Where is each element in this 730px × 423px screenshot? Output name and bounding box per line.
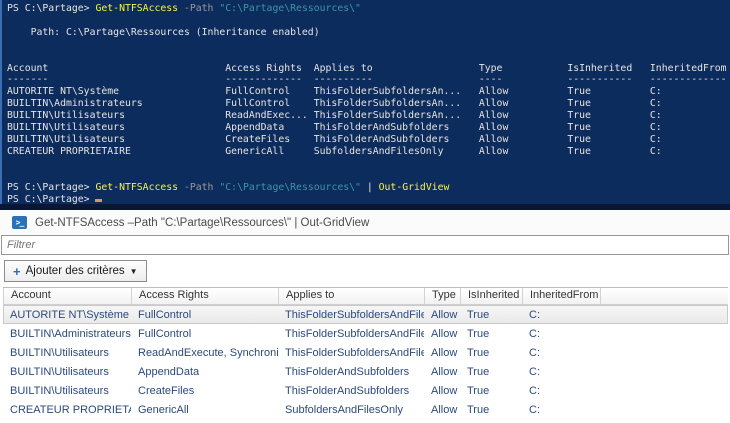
chevron-down-icon: ▼ (129, 266, 138, 276)
add-criteria-button[interactable]: + Ajouter des critères ▼ (4, 260, 147, 282)
powershell-console: PS C:\Partage> Get-NTFSAccess -Path "C:\… (0, 0, 730, 205)
table-cell: C: (529, 403, 540, 416)
filter-row (0, 235, 730, 255)
table-cell: BUILTIN\Utilisateurs (10, 365, 109, 378)
table-cell: True (467, 327, 490, 340)
out-gridview-window: >_ Get-NTFSAccess –Path "C:\Partage\Ress… (0, 210, 730, 419)
console-output: PS C:\Partage> Get-NTFSAccess -Path "C:\… (7, 3, 727, 205)
table-cell: True (467, 403, 490, 416)
table-row[interactable]: CREATEUR PROPRIETAIRE GenericAll Subfolder… (3, 400, 728, 419)
table-cell: Allow (431, 346, 458, 359)
column-header-access-rights[interactable]: Access Rights (132, 288, 279, 304)
table-cell: True (467, 346, 490, 359)
table-cell: True (467, 365, 490, 378)
criteria-row: + Ajouter des critères ▼ (0, 255, 730, 287)
table-cell: Allow (431, 403, 458, 416)
powershell-icon: >_ (12, 216, 27, 229)
table-cell: C: (529, 327, 540, 340)
table-cell: FullControl (138, 327, 192, 340)
grid-body: AUTORITE NT\Système FullControl ThisFolder… (3, 305, 728, 419)
table-cell: Allow (431, 327, 458, 340)
console-cursor (95, 198, 103, 202)
table-cell: SubfoldersAndFilesOnly (285, 403, 404, 416)
column-header-account[interactable]: Account (4, 288, 132, 304)
table-row[interactable]: BUILTIN\Utilisateurs CreateFiles ThisFolde… (3, 381, 728, 400)
table-cell: ThisFolderSubfoldersAndFiles (285, 308, 424, 321)
table-cell: AppendData (138, 365, 200, 378)
table-cell: BUILTIN\Administrateurs (10, 327, 131, 340)
gridview-titlebar: >_ Get-NTFSAccess –Path "C:\Partage\Ress… (0, 210, 730, 235)
table-cell: GenericAll (138, 403, 189, 416)
table-cell: True (467, 308, 490, 321)
column-header-type[interactable]: Type (425, 288, 461, 304)
table-cell: C: (529, 308, 540, 321)
table-cell: ThisFolderSubfoldersAndFiles (285, 346, 424, 359)
table-cell: C: (529, 384, 540, 397)
table-row[interactable]: BUILTIN\Utilisateurs AppendData ThisFolder… (3, 362, 728, 381)
table-cell: Allow (431, 365, 458, 378)
table-cell: BUILTIN\Utilisateurs (10, 384, 109, 397)
table-cell: ReadAndExecute, Synchronize (138, 346, 278, 359)
table-cell: FullControl (138, 308, 192, 321)
table-row[interactable]: BUILTIN\Utilisateurs ReadAndExecute, Sync… (3, 343, 728, 362)
table-cell: Allow (431, 308, 458, 321)
window-title: Get-NTFSAccess –Path "C:\Partage\Ressour… (35, 216, 370, 229)
table-cell: CREATEUR PROPRIETAIRE (10, 403, 131, 416)
column-header-inheritedfrom[interactable]: InheritedFrom (523, 288, 601, 304)
table-cell: CreateFiles (138, 384, 195, 397)
table-row[interactable]: AUTORITE NT\Système FullControl ThisFolder… (3, 305, 728, 324)
filter-input[interactable] (1, 235, 729, 255)
table-cell: ThisFolderSubfoldersAndFiles (285, 327, 424, 340)
table-cell: True (467, 384, 490, 397)
column-header-isinherited[interactable]: IsInherited (461, 288, 523, 304)
table-cell: C: (529, 365, 540, 378)
table-cell: C: (529, 346, 540, 359)
table-cell: Allow (431, 384, 458, 397)
table-cell: ThisFolderAndSubfolders (285, 384, 410, 397)
column-header-filler (601, 288, 728, 304)
table-cell: BUILTIN\Utilisateurs (10, 346, 109, 359)
plus-icon: + (13, 263, 21, 279)
table-cell: ThisFolderAndSubfolders (285, 365, 410, 378)
table-cell: AUTORITE NT\Système (10, 308, 129, 321)
grid-header-row: Account Access Rights Applies to Type IsInhe… (3, 288, 728, 305)
table-row[interactable]: BUILTIN\Administrateurs FullControl ThisFo… (3, 324, 728, 343)
add-criteria-label: Ajouter des critères (25, 265, 125, 277)
column-header-applies-to[interactable]: Applies to (279, 288, 425, 304)
results-grid: Account Access Rights Applies to Type IsInhe… (3, 287, 728, 419)
